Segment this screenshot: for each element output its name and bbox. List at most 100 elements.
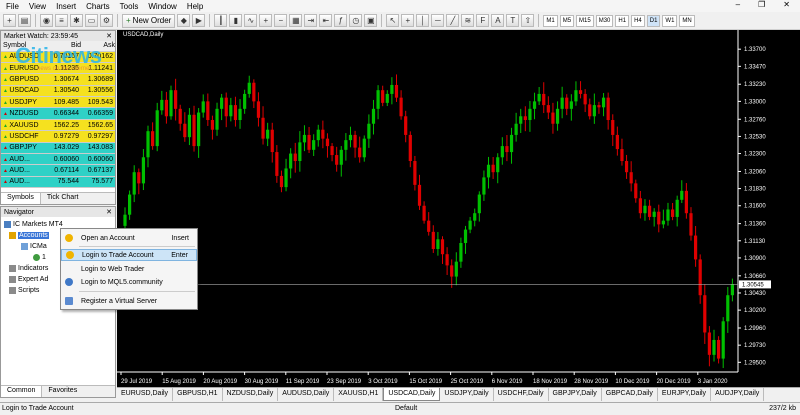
timeframe-d1[interactable]: D1 xyxy=(646,14,661,27)
menu-view[interactable]: View xyxy=(29,2,46,11)
candle-body xyxy=(335,155,339,165)
market-watch-row[interactable]: ▲ GBPUSD 1.30674 1.30689 xyxy=(1,73,115,86)
templates-icon[interactable]: ▣ xyxy=(364,14,378,27)
navigator-icon[interactable]: ✱ xyxy=(70,14,83,27)
candle-body xyxy=(270,129,274,153)
tab-tick-chart[interactable]: Tick Chart xyxy=(41,193,85,204)
market-watch-row[interactable]: ▲ AUD... 0.60060 0.60060 xyxy=(1,153,115,166)
chart-tab[interactable]: EURUSD,Daily xyxy=(117,388,174,401)
timeframe-mn[interactable]: MN xyxy=(679,14,695,27)
tab-symbols[interactable]: Symbols xyxy=(1,193,41,204)
tab-common[interactable]: Common xyxy=(1,386,43,397)
toolbar: + ▤ ◉ ≡ ✱ ▭ ⚙ + New Order ◆ ▶ ┃ ▮ ∿ + − … xyxy=(0,12,800,30)
time-tick-label: 20 Dec 2019 xyxy=(657,379,692,385)
equidistant-channel-icon[interactable]: ≋ xyxy=(461,14,475,27)
autotrading-icon[interactable]: ▶ xyxy=(192,14,206,27)
menu-tools[interactable]: Tools xyxy=(120,2,139,11)
arrows-icon[interactable]: ⇧ xyxy=(521,14,535,27)
data-window-icon[interactable]: ≡ xyxy=(55,14,68,27)
profiles-icon[interactable]: ▤ xyxy=(18,14,31,27)
candlestick-chart[interactable]: 1.33700 1.33470 1.33230 1.33000 1.32760 1.325… xyxy=(117,30,800,387)
cell-bid: 0.60060 xyxy=(47,153,82,166)
chart-tab[interactable]: AUDUSD,Daily xyxy=(278,388,335,401)
panel-close-icon[interactable]: ✕ xyxy=(106,32,112,40)
market-watch-row[interactable]: ▲ NZDUSD 0.66344 0.66359 xyxy=(1,107,115,120)
candlestick-icon[interactable]: ▮ xyxy=(229,14,243,27)
chart-tab[interactable]: NZDUSD,Daily xyxy=(223,388,279,401)
chart-tab[interactable]: GBPCAD,Daily xyxy=(602,388,658,401)
toolbar-divider xyxy=(117,14,118,27)
menu-login-mql5[interactable]: Login to MQL5.community xyxy=(61,276,197,288)
timeframe-m30[interactable]: M30 xyxy=(595,14,614,27)
price-tick-label: 1.32300 xyxy=(744,152,766,158)
candle-body xyxy=(716,339,721,359)
chart-tab[interactable]: AUDJPY,Daily xyxy=(711,388,765,401)
tab-favorites[interactable]: Favorites xyxy=(42,386,83,397)
tester-icon[interactable]: ⚙ xyxy=(100,14,113,27)
timeframe-m5[interactable]: M5 xyxy=(559,14,575,27)
menu-open-account[interactable]: Open an Account Insert xyxy=(61,232,197,244)
cell-ask: 75.577 xyxy=(81,176,115,189)
metaeditor-icon[interactable]: ◆ xyxy=(177,14,191,27)
chart-shift-icon[interactable]: ⇤ xyxy=(319,14,333,27)
candle-body xyxy=(344,140,348,150)
market-watch-row[interactable]: ▲ GBPJPY 143.029 143.083 xyxy=(1,142,115,155)
new-chart-icon[interactable]: + xyxy=(3,14,16,27)
terminal-icon[interactable]: ▭ xyxy=(85,14,98,27)
menu-help[interactable]: Help xyxy=(187,2,203,11)
market-watch-row[interactable]: ▲ XAUUSD 1562.25 1562.65 xyxy=(1,119,115,132)
timeframe-m1[interactable]: M1 xyxy=(543,14,558,27)
timeframe-m15[interactable]: M15 xyxy=(576,14,594,27)
panel-close-icon[interactable]: ✕ xyxy=(106,208,112,216)
market-watch-row[interactable]: ▲ AUD... 75.544 75.577 xyxy=(1,176,115,189)
menu-charts[interactable]: Charts xyxy=(86,2,110,11)
fibonacci-icon[interactable]: F xyxy=(476,14,490,27)
chart-tab-active[interactable]: USDCAD,Daily xyxy=(383,388,441,401)
candle-body xyxy=(693,235,698,260)
text-icon[interactable]: A xyxy=(491,14,505,27)
market-watch-row[interactable]: ▲ USDCHF 0.97279 0.97297 xyxy=(1,130,115,143)
vertical-line-icon[interactable]: │ xyxy=(416,14,430,27)
menu-login-web-trader[interactable]: Login to Web Trader xyxy=(61,263,197,275)
label-icon[interactable]: T xyxy=(506,14,520,27)
timeframe-h4[interactable]: H4 xyxy=(631,14,645,27)
tree-label: ICMa xyxy=(30,243,47,250)
timeframe-w1[interactable]: W1 xyxy=(662,14,678,27)
minimize-icon[interactable]: – xyxy=(736,0,740,9)
candle-body xyxy=(620,149,624,162)
chart-window[interactable]: USDCAD,Daily 1.33700 1.33470 1.33230 1.3300… xyxy=(117,30,800,387)
chart-tab[interactable]: GBPUSD,H1 xyxy=(173,388,223,401)
timeframe-h1[interactable]: H1 xyxy=(615,14,630,27)
market-watch-row[interactable]: ▲ USDJPY 109.485 109.543 xyxy=(1,96,115,109)
menu-register-virtual-server[interactable]: Register a Virtual Server xyxy=(61,295,197,307)
cursor-icon[interactable]: ↖ xyxy=(386,14,400,27)
candle-body xyxy=(555,108,560,124)
chart-tab[interactable]: USDJPY,Daily xyxy=(440,388,494,401)
candle-body xyxy=(606,97,610,121)
menu-file[interactable]: File xyxy=(6,2,19,11)
tile-windows-icon[interactable]: ▦ xyxy=(289,14,303,27)
menu-window[interactable]: Window xyxy=(148,2,176,11)
chart-tab[interactable]: USDCHF,Daily xyxy=(494,388,549,401)
line-chart-icon[interactable]: ∿ xyxy=(244,14,258,27)
chart-tab[interactable]: EURJPY,Daily xyxy=(658,388,712,401)
menu-login-trade-account[interactable]: Login to Trade Account Enter xyxy=(61,249,197,261)
new-order-button[interactable]: + New Order xyxy=(122,13,176,28)
market-watch-row[interactable]: ▲ AUD... 0.67114 0.67137 xyxy=(1,164,115,177)
market-watch-icon[interactable]: ◉ xyxy=(40,14,53,27)
restore-icon[interactable]: ❐ xyxy=(758,0,765,9)
auto-scroll-icon[interactable]: ⇥ xyxy=(304,14,318,27)
crosshair-icon[interactable]: + xyxy=(401,14,415,27)
zoom-in-icon[interactable]: + xyxy=(259,14,273,27)
chart-tab[interactable]: XAUUSD,H1 xyxy=(334,388,384,401)
menu-insert[interactable]: Insert xyxy=(56,2,76,11)
zoom-out-icon[interactable]: − xyxy=(274,14,288,27)
horizontal-line-icon[interactable]: ─ xyxy=(431,14,445,27)
trendline-icon[interactable]: ╱ xyxy=(446,14,460,27)
chart-tab[interactable]: GBPJPY,Daily xyxy=(549,388,602,401)
close-icon[interactable]: ✕ xyxy=(783,0,790,9)
market-watch-row[interactable]: ▲ USDCAD 1.30540 1.30556 xyxy=(1,85,115,98)
indicators-icon[interactable]: ƒ xyxy=(334,14,348,27)
bar-chart-icon[interactable]: ┃ xyxy=(214,14,228,27)
periods-icon[interactable]: ◷ xyxy=(349,14,363,27)
